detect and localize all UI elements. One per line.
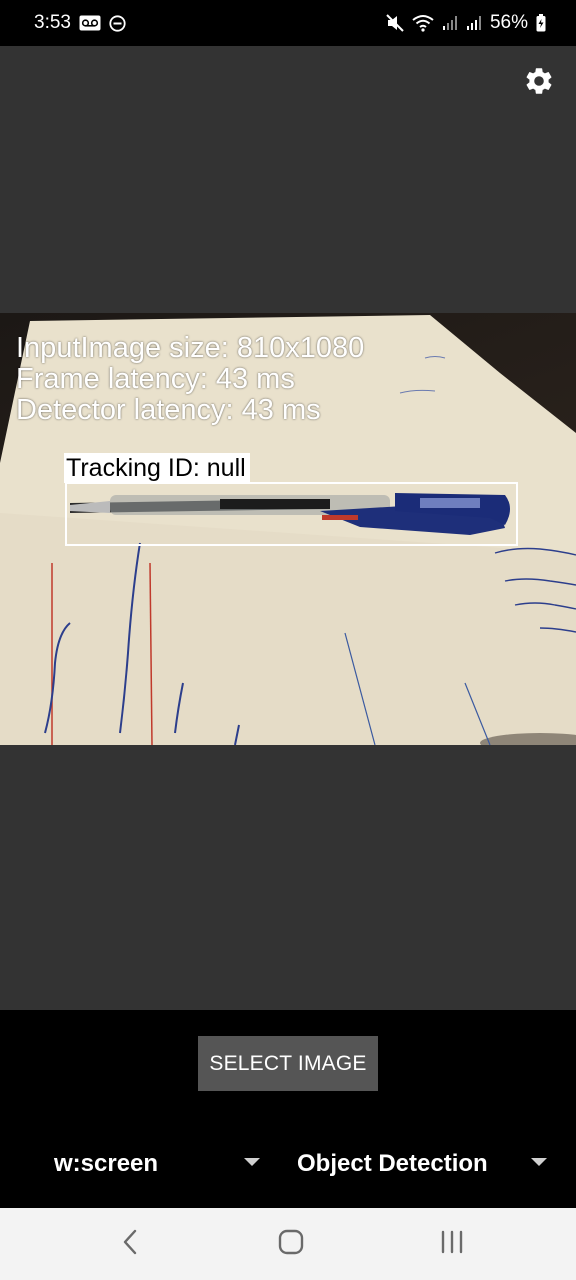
status-time: 3:53 [34,12,71,33]
mute-icon [386,14,404,32]
bottom-controls: SELECT IMAGE w:screen Object Detection [0,1010,576,1208]
feature-spinner-value: Object Detection [297,1150,488,1177]
select-image-button[interactable]: SELECT IMAGE [198,1036,378,1091]
input-image: InputImage size: 810x1080 Frame latency:… [0,313,576,745]
screen: 3:53 56% InputImage size: 810x1080 Frame… [0,0,576,1280]
do-not-disturb-icon [109,14,126,32]
home-icon [278,1229,304,1260]
battery-percent: 56% [489,12,528,33]
back-icon [120,1228,140,1261]
gear-icon [523,65,555,102]
status-bar: 3:53 56% [0,0,576,46]
status-right: 56% [386,12,546,34]
detection-bounding-box [65,482,518,546]
size-spinner-value: w:screen [54,1150,159,1177]
chevron-down-icon [244,1158,260,1166]
detector-latency-text: Detector latency: 43 ms [16,394,321,426]
tracking-id-label: Tracking ID: null [64,453,250,483]
input-image-size-text: InputImage size: 810x1080 [16,332,365,364]
recents-icon [439,1229,465,1260]
frame-latency-text: Frame latency: 43 ms [16,363,295,395]
camera-preview-area: InputImage size: 810x1080 Frame latency:… [0,46,576,1010]
voicemail-icon [79,15,101,31]
navigation-bar [0,1208,576,1280]
size-spinner[interactable]: w:screen [54,1140,274,1188]
chevron-down-icon [531,1158,547,1166]
wifi-icon [412,14,434,32]
feature-spinner[interactable]: Object Detection [297,1140,557,1188]
recents-button[interactable] [432,1228,472,1260]
signal-icon [442,15,458,31]
signal-icon [466,15,482,31]
status-left: 3:53 [34,12,126,34]
home-button[interactable] [271,1228,311,1260]
battery-charging-icon [536,14,546,32]
settings-button[interactable] [522,66,556,100]
back-button[interactable] [110,1228,150,1260]
